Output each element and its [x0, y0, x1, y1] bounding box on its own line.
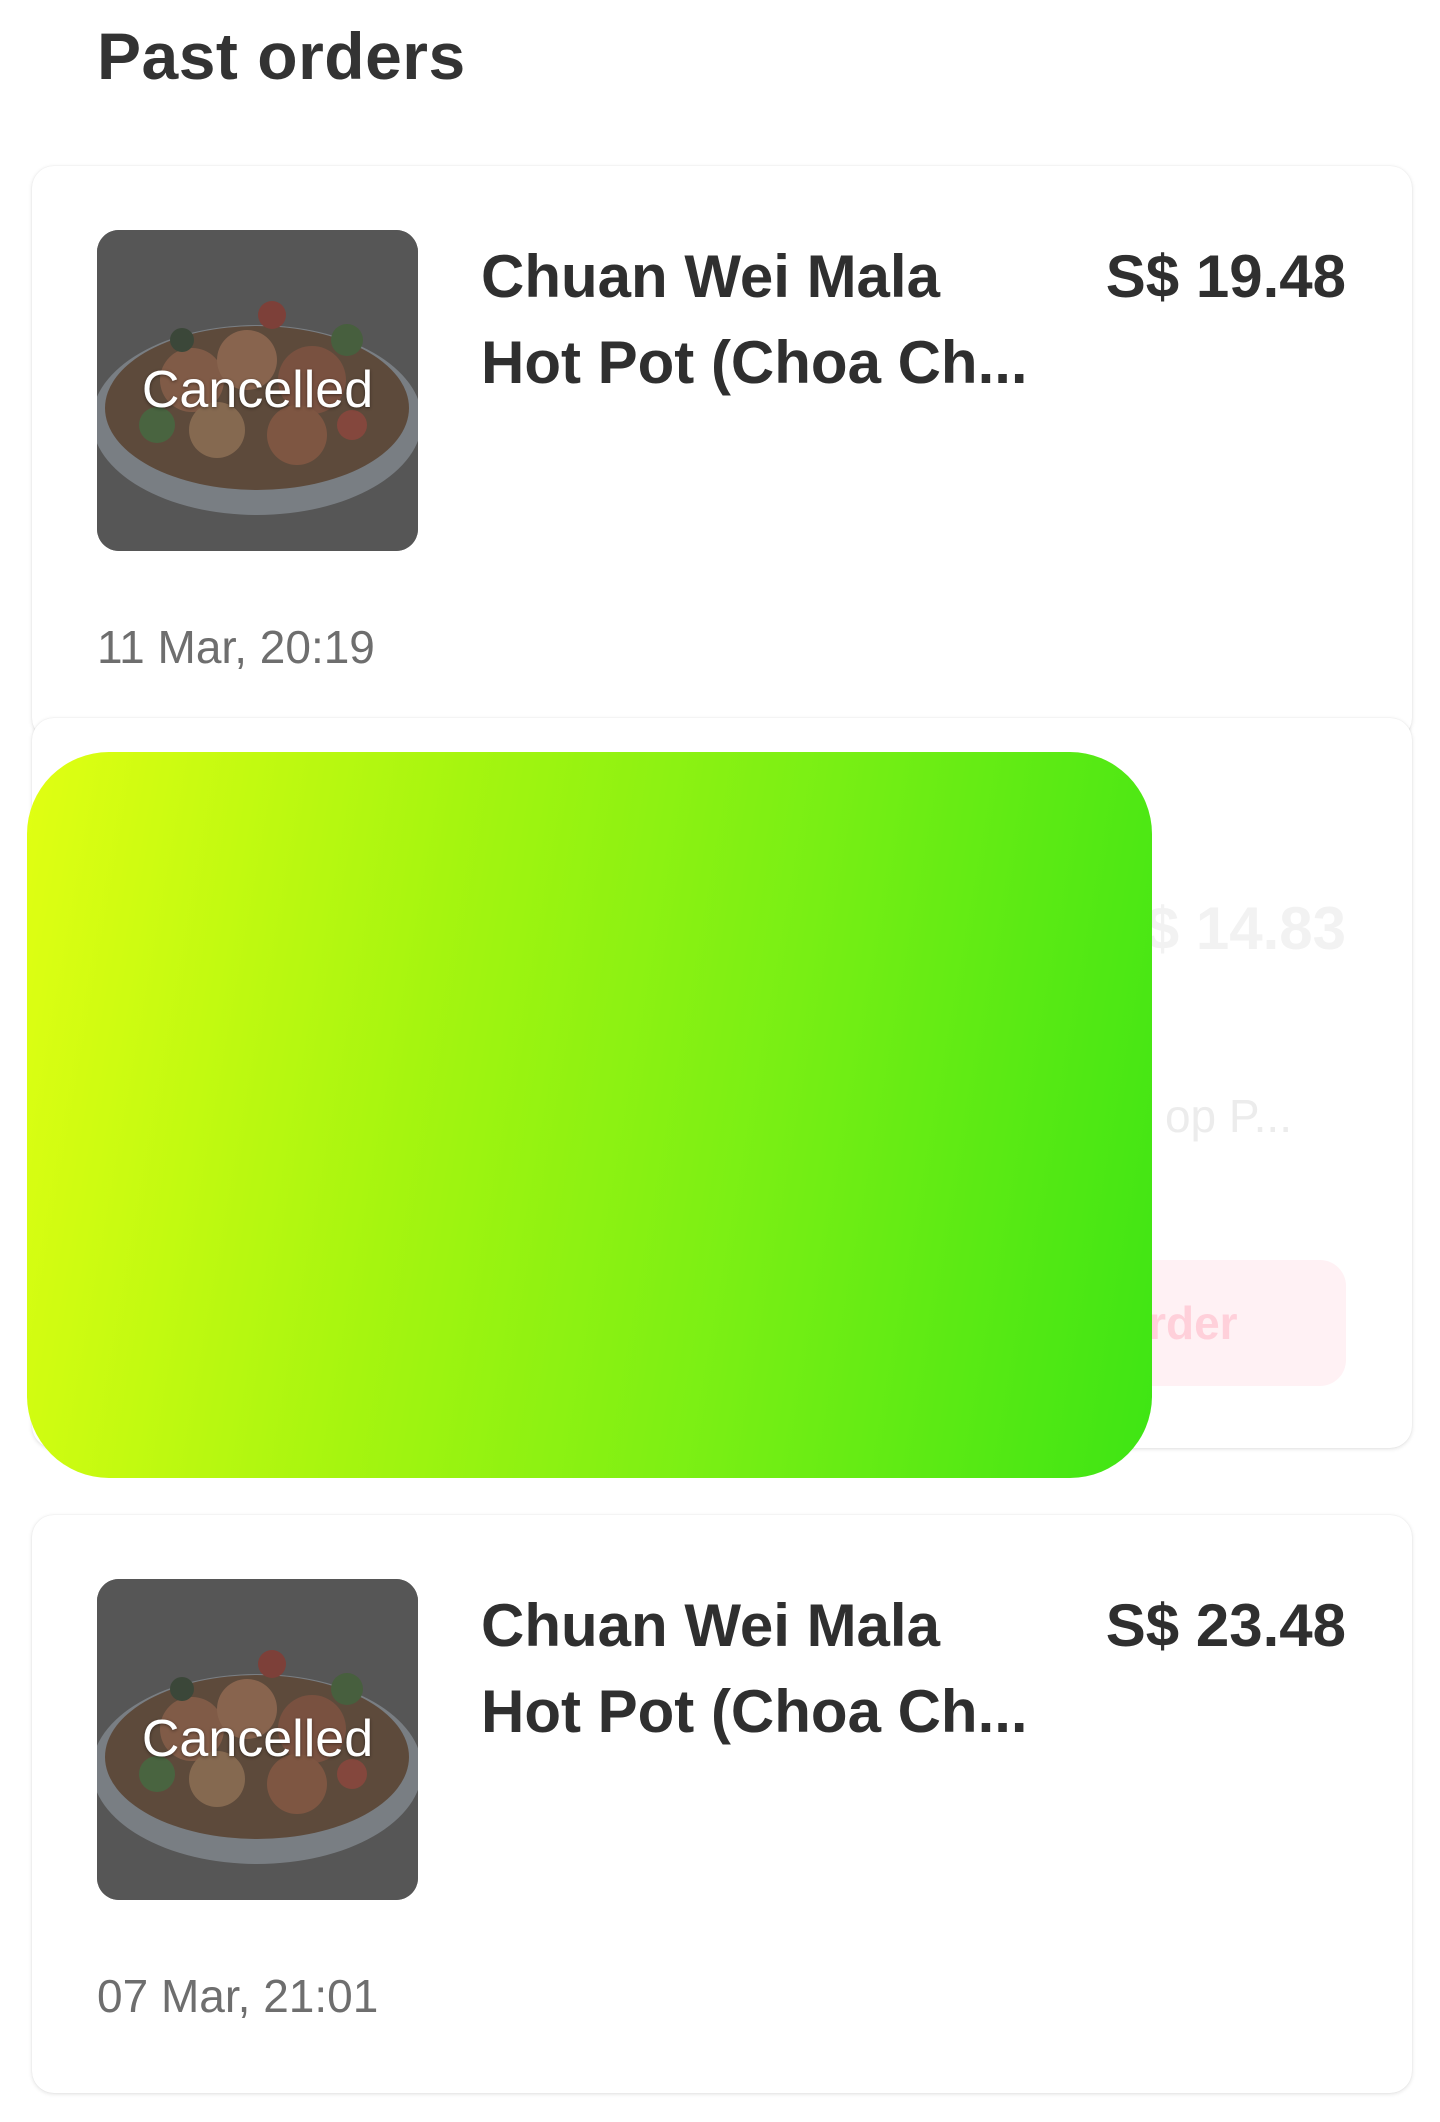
order-price: S$ 19.48 — [1105, 243, 1346, 310]
restaurant-name: Chuan Wei Mala Hot Pot (Choa Ch... — [481, 243, 1028, 396]
order-items-snippet: op P... — [1164, 1090, 1292, 1142]
order-card[interactable]: Cancelled Chuan Wei Mala Hot Pot (Choa C… — [32, 166, 1412, 740]
order-date: 07 Mar, 21:01 — [97, 1970, 379, 2022]
order-price: S$ 23.48 — [1105, 1592, 1346, 1659]
page-title: Past orders — [97, 19, 466, 93]
restaurant-name: Chuan Wei Mala Hot Pot (Choa Ch... — [481, 1592, 1028, 1745]
status-badge: Cancelled — [141, 361, 374, 419]
food-thumbnail: Cancelled — [97, 1579, 418, 1900]
food-thumbnail: Cancelled — [97, 230, 418, 551]
status-badge: Cancelled — [141, 1710, 374, 1768]
redaction-overlay — [27, 752, 1152, 1478]
order-card[interactable]: Cancelled Chuan Wei Mala Hot Pot (Choa C… — [32, 1515, 1412, 2093]
order-date: 11 Mar, 20:19 — [97, 621, 375, 673]
